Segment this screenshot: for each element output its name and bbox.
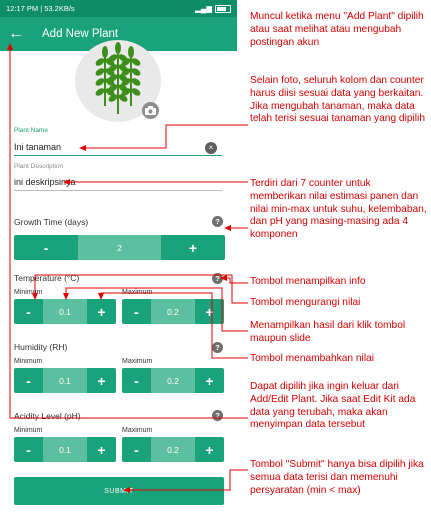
annotation-minus: Tombol mengurangi nilai bbox=[250, 297, 361, 308]
annotation-value: Menampilkan hasil dari klik tombol maupu… bbox=[250, 320, 406, 344]
annotation-fields: Selain foto, seluruh kolom dan counter h… bbox=[250, 75, 425, 125]
annotation-back: Dapat dipilih jika ingin keluar dari Add… bbox=[250, 381, 416, 431]
annotation-counters: Terdiri dari 7 counter untuk memberikan … bbox=[250, 178, 427, 241]
annotation-submit: Tombol "Submit" hanya bisa dipilih jika … bbox=[250, 459, 424, 496]
annotation-appbar: Muncul ketika menu "Add Plant" dipilih a… bbox=[250, 11, 424, 48]
annotation-info: Tombol menampilkan info bbox=[250, 276, 366, 287]
annotation-plus: Tombol menambahkan nilai bbox=[250, 353, 375, 364]
